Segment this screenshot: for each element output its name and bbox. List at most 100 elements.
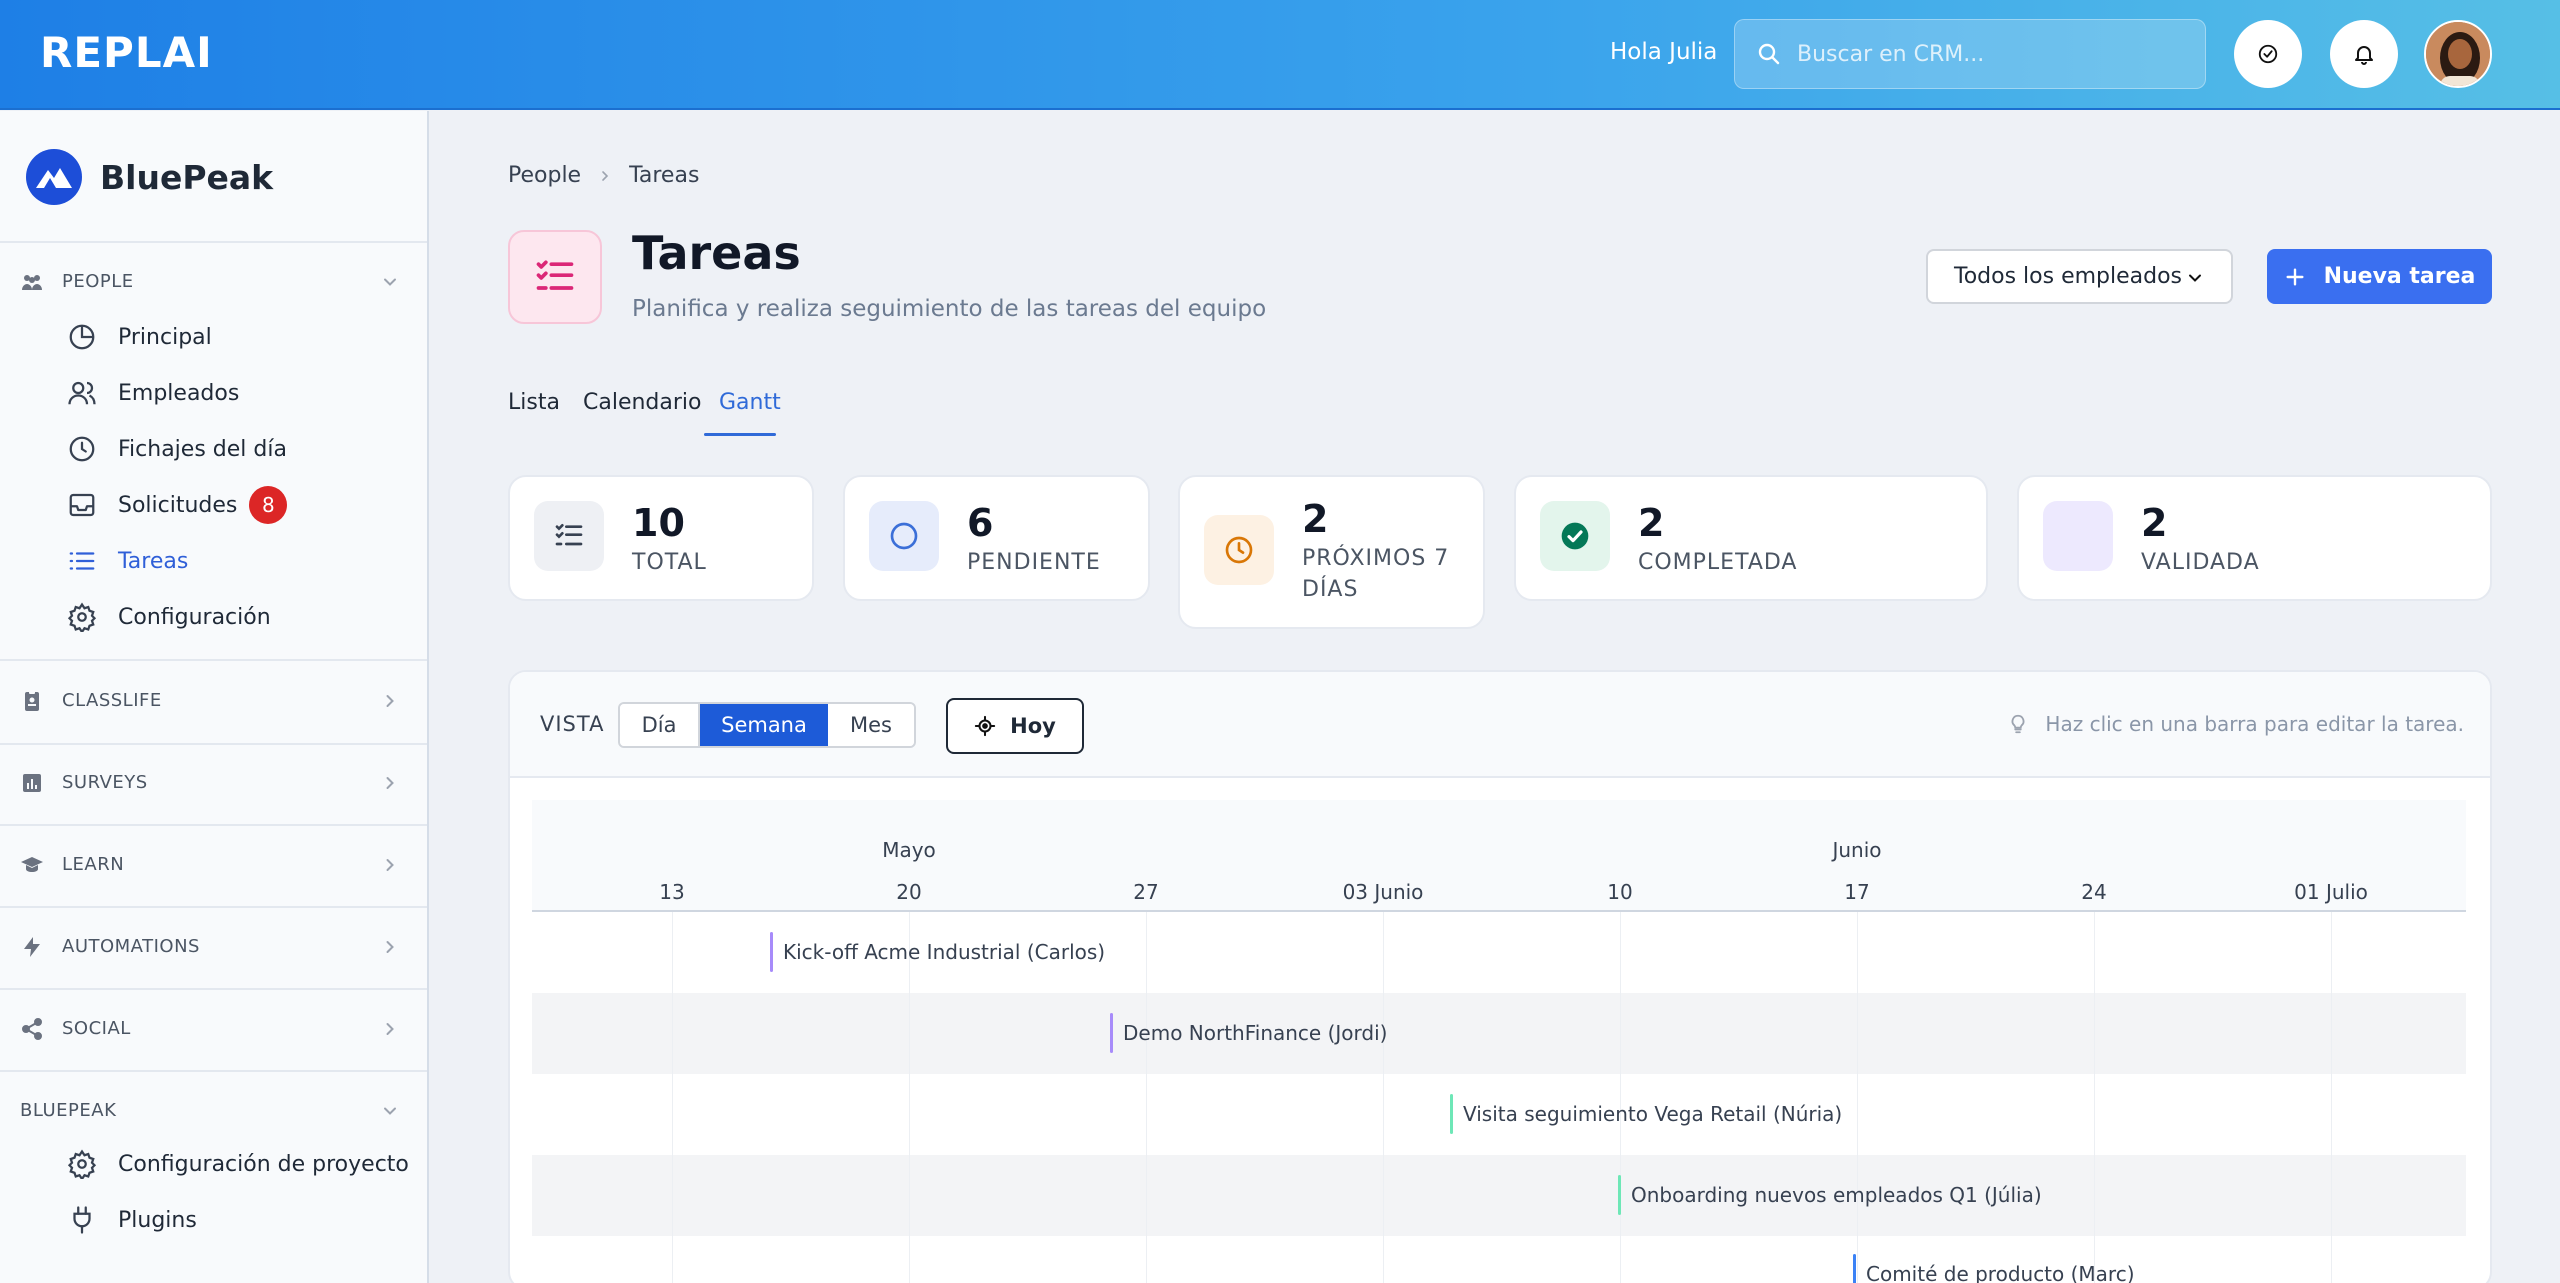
employee-filter-select[interactable]: Todos los empleados: [1926, 249, 2233, 304]
task-label: Onboarding nuevos empleados Q1 (Júlia): [1631, 1183, 2042, 1207]
task-bar-marker: [770, 932, 773, 972]
view-option-mes[interactable]: Mes: [828, 704, 914, 746]
task-label: Comité de producto (Marc): [1866, 1262, 2135, 1283]
task-label: Visita seguimiento Vega Retail (Núria): [1463, 1102, 1843, 1126]
checklist-icon: [534, 501, 604, 571]
brand[interactable]: BluePeak: [26, 149, 273, 205]
week-gridline: [672, 912, 673, 1283]
sidebar-item-configuracion-proyecto[interactable]: Configuración de proyecto: [66, 1142, 409, 1186]
tab-lista[interactable]: Lista: [508, 390, 560, 415]
task-label: Demo NorthFinance (Jordi): [1123, 1021, 1388, 1045]
section-label: BLUEPEAK: [20, 1100, 117, 1121]
stat-value: 2: [1302, 497, 1329, 541]
section-label: AUTOMATIONS: [62, 936, 200, 957]
section-label: SURVEYS: [62, 772, 148, 793]
gantt-task-bar[interactable]: Onboarding nuevos empleados Q1 (Júlia): [1618, 1175, 2042, 1215]
task-list-icon: [508, 230, 602, 324]
week-label: 13: [659, 880, 685, 904]
gantt-row: [532, 1236, 2466, 1283]
sidebar-item-solicitudes[interactable]: Solicitudes 8: [66, 483, 288, 527]
section-label: LEARN: [62, 854, 125, 875]
sidebar-item-label: Configuración de proyecto: [118, 1151, 409, 1177]
app-logo[interactable]: REPLAI: [40, 28, 213, 77]
stat-card-total: 10 TOTAL: [508, 475, 814, 601]
section-social[interactable]: SOCIAL: [0, 1009, 427, 1049]
breadcrumb-current: Tareas: [629, 163, 700, 188]
lightning-icon: [20, 935, 44, 959]
sidebar-item-label: Configuración: [118, 604, 271, 630]
stat-label: PRÓXIMOS 7 DÍAS: [1302, 546, 1450, 602]
brand-name: BluePeak: [100, 157, 274, 197]
section-bluepeak[interactable]: BLUEPEAK: [0, 1091, 427, 1131]
search-box[interactable]: [1734, 19, 2206, 89]
sidebar-item-tareas[interactable]: Tareas: [66, 539, 188, 583]
section-automations[interactable]: AUTOMATIONS: [0, 927, 427, 967]
page-subtitle: Planifica y realiza seguimiento de las t…: [632, 296, 1267, 322]
breadcrumb: People Tareas: [508, 163, 699, 188]
week-label: 24: [2081, 880, 2107, 904]
sidebar-item-principal[interactable]: Principal: [66, 315, 212, 359]
tab-gantt[interactable]: Gantt: [719, 390, 781, 415]
gantt-task-bar[interactable]: Demo NorthFinance (Jordi): [1110, 1013, 1387, 1053]
task-label: Kick-off Acme Industrial (Carlos): [783, 940, 1106, 964]
today-label: Hoy: [1010, 714, 1056, 738]
inbox-icon: [66, 489, 98, 521]
gantt-task-bar[interactable]: Comité de producto (Marc): [1853, 1254, 2135, 1283]
badge-icon: [20, 689, 44, 713]
sidebar-item-empleados[interactable]: Empleados: [66, 371, 239, 415]
stat-label: COMPLETADA: [1638, 550, 1798, 575]
section-learn[interactable]: LEARN: [0, 845, 427, 885]
notification-badge: 8: [249, 486, 288, 524]
view-option-semana[interactable]: Semana: [700, 704, 828, 746]
stat-label: TOTAL: [632, 550, 707, 575]
divider: [0, 659, 427, 661]
bell-icon: [2352, 42, 2376, 66]
hint-text: Haz clic en una barra para editar la tar…: [2045, 712, 2464, 736]
task-bar-marker: [1853, 1254, 1856, 1283]
tab-calendario[interactable]: Calendario: [583, 390, 702, 415]
view-switcher: Día Semana Mes: [618, 702, 916, 748]
week-gridline: [1857, 912, 1858, 1283]
active-tab-indicator: [704, 433, 776, 436]
month-label: Junio: [1832, 838, 1882, 862]
week-label: 20: [896, 880, 922, 904]
plus-icon: [2284, 266, 2306, 288]
clock-icon: [66, 433, 98, 465]
sidebar: BluePeak PEOPLE Principal Empleados Fich…: [0, 111, 429, 1283]
week-gridline: [1146, 912, 1147, 1283]
timeline-header: Mayo Junio 13 20 27 03 Junio 10 17 24 01…: [532, 800, 2466, 912]
divider: [0, 1070, 427, 1072]
clock-icon: [1204, 515, 1274, 585]
stat-value: 2: [1638, 501, 1665, 545]
week-label: 27: [1133, 880, 1159, 904]
divider: [0, 988, 427, 990]
sidebar-item-fichajes[interactable]: Fichajes del día: [66, 427, 287, 471]
search-input[interactable]: [1797, 41, 2177, 67]
new-task-button[interactable]: Nueva tarea: [2267, 249, 2492, 304]
mountain-logo-icon: [26, 149, 82, 205]
sidebar-item-configuracion[interactable]: Configuración: [66, 595, 271, 639]
task-bar-marker: [1110, 1013, 1113, 1053]
week-gridline: [2094, 912, 2095, 1283]
today-button[interactable]: Hoy: [946, 698, 1084, 754]
section-people[interactable]: PEOPLE: [0, 262, 427, 302]
gantt-task-bar[interactable]: Visita seguimiento Vega Retail (Núria): [1450, 1094, 1842, 1134]
section-surveys[interactable]: SURVEYS: [0, 763, 427, 803]
sidebar-item-plugins[interactable]: Plugins: [66, 1198, 197, 1242]
week-label: 01 Julio: [2294, 880, 2368, 904]
view-option-dia[interactable]: Día: [620, 704, 700, 746]
week-gridline: [1383, 912, 1384, 1283]
breadcrumb-people[interactable]: People: [508, 163, 581, 188]
top-bar: REPLAI Hola Julia: [0, 0, 2560, 110]
chevron-down-icon: [380, 1101, 400, 1121]
task-bar-marker: [1450, 1094, 1453, 1134]
user-avatar[interactable]: [2424, 20, 2492, 88]
gantt-task-bar[interactable]: Kick-off Acme Industrial (Carlos): [770, 932, 1105, 972]
stat-label: PENDIENTE: [967, 550, 1101, 575]
section-classlife[interactable]: CLASSLIFE: [0, 681, 427, 721]
section-label: CLASSLIFE: [62, 690, 162, 711]
divider: [0, 906, 427, 908]
stat-card-proximos: 2 PRÓXIMOS 7 DÍAS: [1178, 475, 1485, 629]
tasks-check-button[interactable]: [2234, 20, 2302, 88]
notifications-button[interactable]: [2330, 20, 2398, 88]
